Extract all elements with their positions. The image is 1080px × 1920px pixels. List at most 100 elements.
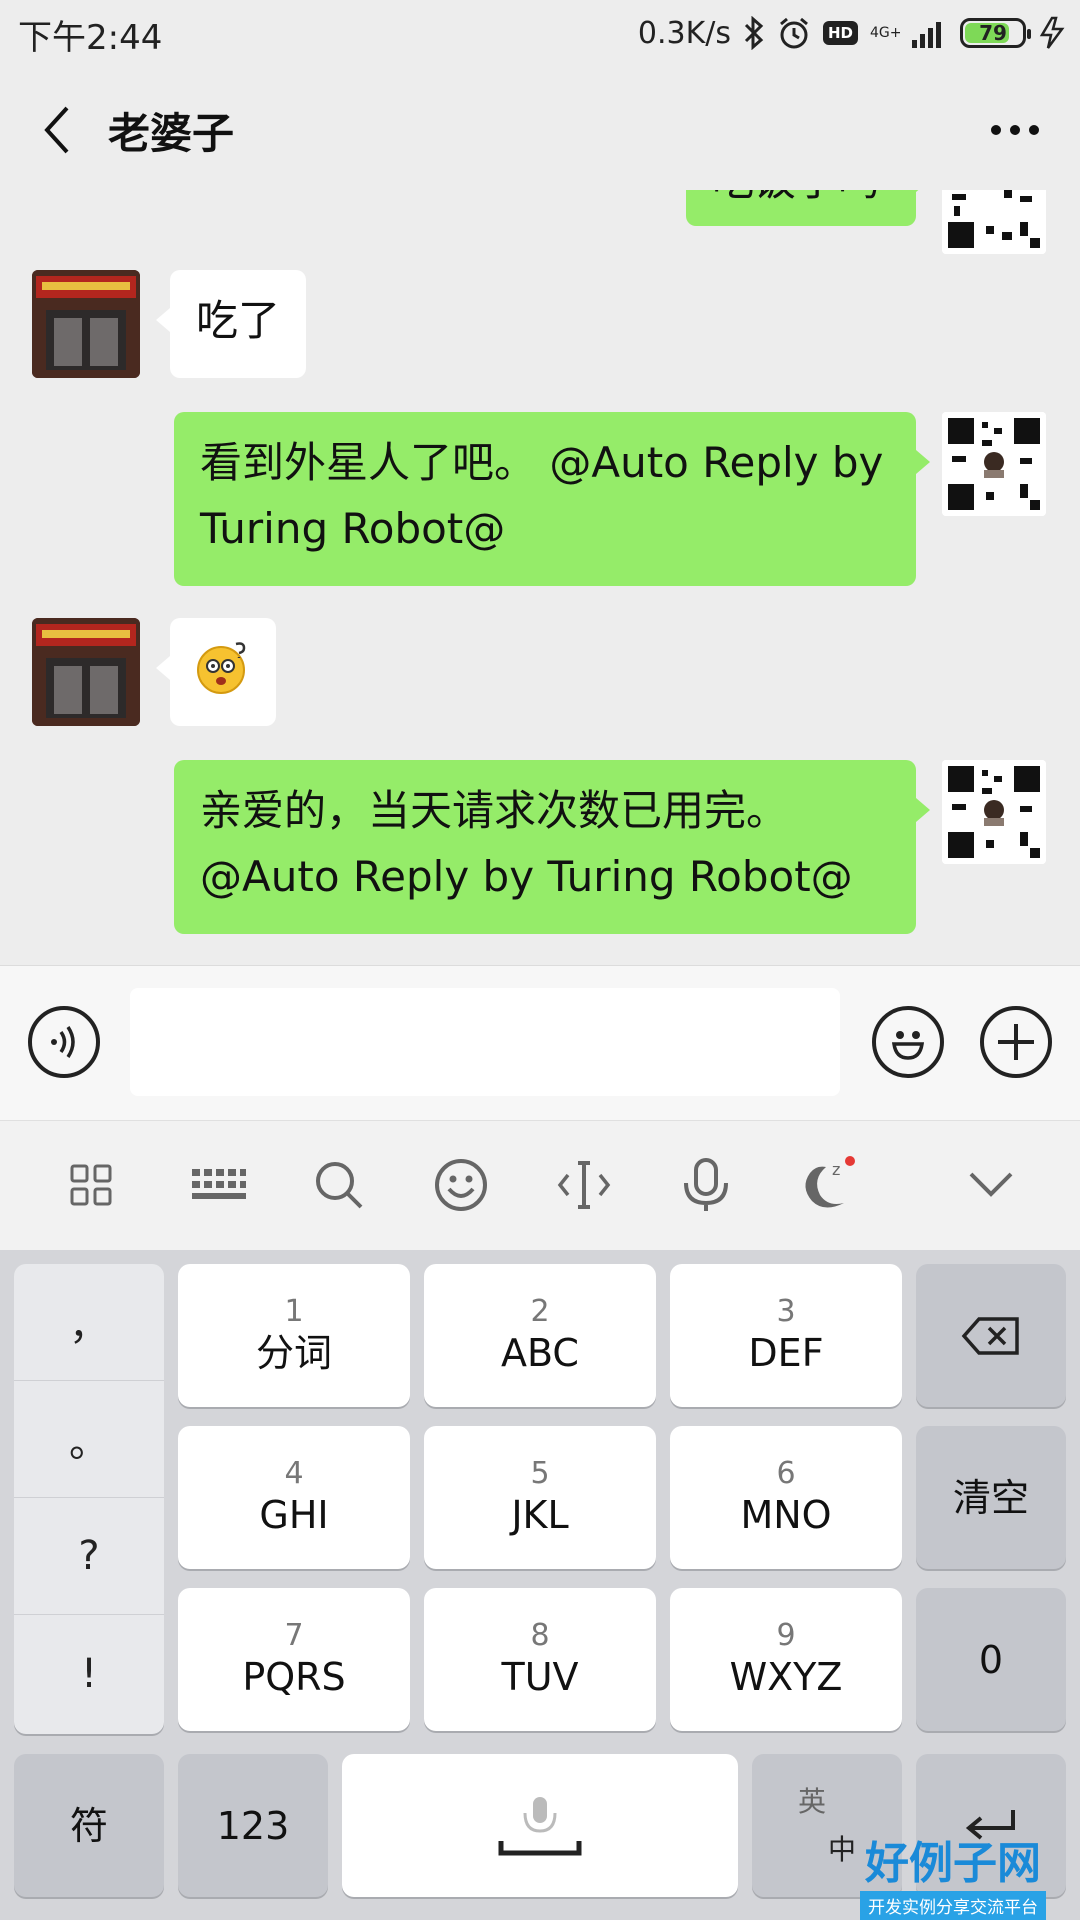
key-9[interactable]: 9 WXYZ [670, 1588, 902, 1731]
text-cursor-icon [557, 1161, 611, 1209]
hd-badge: HD [822, 21, 858, 45]
battery-icon: 79 [960, 18, 1031, 48]
search-icon [316, 1162, 363, 1209]
alarm-icon [777, 16, 811, 50]
key-label: 分词 [255, 1330, 332, 1375]
signal-icon [912, 18, 948, 48]
plus-icon [998, 1024, 1034, 1060]
space-key[interactable] [342, 1754, 738, 1897]
punctuation-key[interactable]: ! [14, 1615, 164, 1732]
backspace-icon [961, 1316, 1019, 1355]
back-button[interactable] [26, 100, 86, 160]
status-time: 下午2:44 [18, 18, 163, 58]
chat-header: 老婆子 [0, 70, 1080, 190]
search-button[interactable] [303, 1149, 375, 1221]
keyboard-switch-button[interactable] [182, 1149, 254, 1221]
collapse-keyboard-button[interactable] [955, 1149, 1027, 1221]
grid-icon [70, 1164, 112, 1206]
key-2[interactable]: 2 ABC [424, 1264, 656, 1407]
key-label: 0 [978, 1637, 1004, 1682]
message-bubble-out[interactable]: 亲爱的，当天请求次数已用完。 @Auto Reply by Turing Rob… [174, 760, 930, 934]
more-dots-icon [991, 125, 1039, 135]
watermark-title: 好例子网 [865, 1838, 1041, 1889]
chat-title: 老婆子 [108, 109, 235, 158]
qr-avatar-icon [942, 190, 1046, 254]
back-arrow-icon [44, 106, 69, 154]
status-bar: 下午2:44 0.3K/s HD 4G+ 79 [0, 0, 1080, 66]
punctuation-key[interactable]: ? [14, 1498, 164, 1615]
message-text: 吃饭了吗 [712, 190, 880, 205]
shop-avatar-icon [32, 618, 140, 726]
watermark-subtitle: 开发实例分享交流平台 [860, 1891, 1046, 1920]
key-7[interactable]: 7 PQRS [178, 1588, 410, 1731]
key-label: WXYZ [729, 1654, 843, 1699]
avatar-self[interactable] [942, 760, 1046, 864]
avatar-self[interactable] [942, 190, 1046, 254]
key-5[interactable]: 5 JKL [424, 1426, 656, 1569]
lang-english-label: 英 [798, 1784, 827, 1818]
t9-keyboard: ， 。 ? ! 1 分词 2 ABC 3 DEF 4 GHI 5 JKL 6 M… [0, 1250, 1080, 1920]
bluetooth-icon [743, 16, 765, 50]
key-number: 2 [530, 1293, 550, 1329]
key-label: MNO [740, 1492, 832, 1537]
keyboard-icon [192, 1169, 246, 1199]
key-label: 符 [69, 1803, 108, 1848]
key-number: 4 [284, 1455, 304, 1491]
emoji-panel-button[interactable] [425, 1149, 497, 1221]
numbers-key[interactable]: 123 [178, 1754, 328, 1897]
chevron-down-icon [969, 1172, 1013, 1197]
message-bubble-in[interactable]: 吃了 [155, 270, 307, 378]
qr-avatar-icon [942, 760, 1046, 864]
message-bubble-in[interactable] [156, 618, 276, 726]
punctuation-key[interactable]: 。 [14, 1381, 164, 1498]
network-type: 4G+ [870, 25, 902, 41]
space-mic-icon [498, 1796, 582, 1855]
microphone-icon [684, 1158, 728, 1211]
more-functions-button[interactable] [980, 1006, 1052, 1078]
punctuation-key[interactable]: ， [14, 1264, 164, 1381]
cursor-edit-button[interactable] [548, 1149, 620, 1221]
ime-menu-button[interactable] [55, 1149, 127, 1221]
voice-icon [51, 1026, 75, 1058]
message-text: 看到外星人了吧。 @Auto Reply by Turing Robot@ [200, 438, 884, 553]
key-label: DEF [748, 1330, 824, 1375]
message-text: 吃了 [196, 296, 281, 345]
key-label: TUV [501, 1654, 579, 1699]
key-number: 8 [530, 1617, 550, 1653]
clear-key[interactable]: 清空 [916, 1426, 1066, 1569]
emoji-icon [435, 1159, 487, 1211]
message-bubble-out[interactable]: 看到外星人了吧。 @Auto Reply by Turing Robot@ [174, 412, 930, 586]
key-6[interactable]: 6 MNO [670, 1426, 902, 1569]
key-number: 7 [284, 1617, 304, 1653]
night-mode-icon: z [805, 1156, 855, 1208]
avatar-self[interactable] [942, 412, 1046, 516]
symbol-key[interactable]: 符 [14, 1754, 164, 1897]
key-label: PQRS [242, 1654, 346, 1699]
smiley-icon [891, 1031, 925, 1060]
key-3[interactable]: 3 DEF [670, 1264, 902, 1407]
voice-toggle-button[interactable] [28, 1006, 100, 1078]
key-number: 3 [776, 1293, 796, 1329]
more-options-button[interactable] [980, 100, 1050, 160]
battery-level: 79 [979, 21, 1007, 45]
lang-chinese-label: 中 [828, 1832, 857, 1866]
skin-mode-button[interactable]: z [792, 1149, 864, 1221]
network-speed: 0.3K/s [637, 15, 731, 51]
message-list[interactable]: 吃饭了吗 吃了 看到外星人了吧。 @Auto Reply by [0, 190, 1080, 965]
voice-input-button[interactable] [670, 1149, 742, 1221]
message-input[interactable] [130, 988, 840, 1096]
emoji-button[interactable] [872, 1006, 944, 1078]
avatar-contact[interactable] [32, 270, 140, 378]
key-1[interactable]: 1 分词 [178, 1264, 410, 1407]
status-icons: 0.3K/s HD 4G+ 79 [638, 10, 1066, 56]
watermark-logo: 好例子网 开发实例分享交流平台 [860, 1827, 1046, 1920]
key-0[interactable]: 0 [916, 1588, 1066, 1731]
message-bubble-out[interactable]: 吃饭了吗 [686, 190, 930, 226]
punctuation-column: ， 。 ? ! [14, 1264, 164, 1734]
shop-avatar-icon [32, 270, 140, 378]
avatar-contact[interactable] [32, 618, 140, 726]
key-8[interactable]: 8 TUV [424, 1588, 656, 1731]
key-4[interactable]: 4 GHI [178, 1426, 410, 1569]
message-text: 亲爱的，当天请求次数已用完。 @Auto Reply by Turing Rob… [200, 786, 853, 901]
backspace-key[interactable] [916, 1264, 1066, 1407]
